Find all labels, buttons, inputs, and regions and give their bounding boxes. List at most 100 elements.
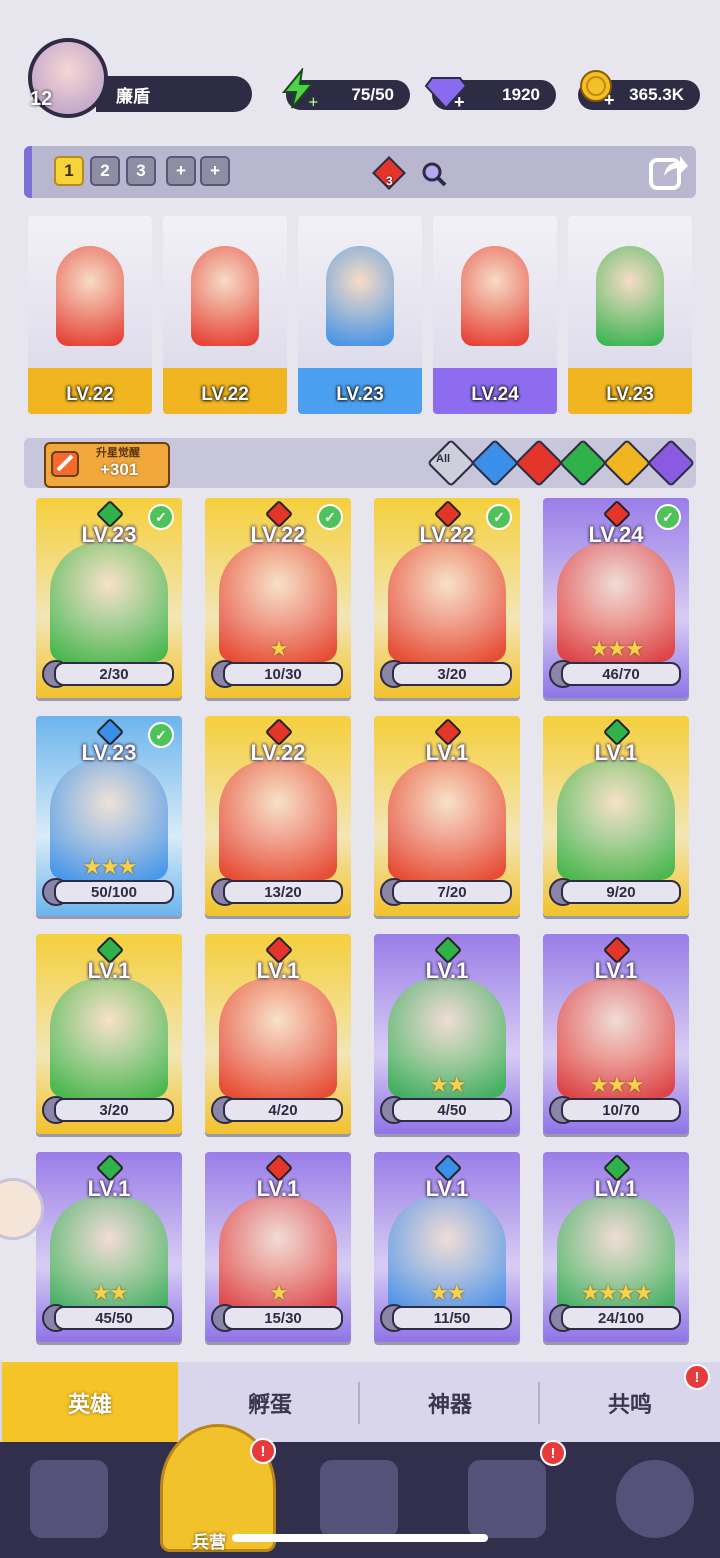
- lineup-slot[interactable]: LV.23: [298, 216, 422, 414]
- hero-stars: ★★★: [589, 636, 644, 661]
- lightning-icon: +: [278, 66, 320, 115]
- hero-card[interactable]: LV.1 7/20: [374, 716, 520, 916]
- hero-level: LV.1: [594, 740, 638, 765]
- star-awaken-label: 升星觉醒: [96, 447, 140, 459]
- tab-divider: [358, 1382, 360, 1424]
- nav-castle-icon[interactable]: [468, 1460, 546, 1538]
- tab-heroes[interactable]: 英雄: [2, 1362, 178, 1444]
- shard-progress: 46/70: [561, 662, 681, 686]
- nav-map-icon[interactable]: [320, 1460, 398, 1538]
- svg-text:+: +: [308, 92, 319, 110]
- nav-barracks-label: 兵营: [192, 1533, 226, 1552]
- filter-all-label: All: [436, 453, 451, 465]
- shard-progress: 45/50: [54, 1306, 174, 1330]
- star-awaken-count: +301: [100, 460, 139, 479]
- lineup-slot[interactable]: LV.24: [433, 216, 557, 414]
- hero-level: LV.1: [425, 740, 469, 765]
- gem-value: 1920: [502, 85, 540, 104]
- hero-portrait: [557, 760, 675, 880]
- hero-portrait: [56, 246, 124, 346]
- hero-card[interactable]: LV.1 ★★★ 10/70: [543, 934, 689, 1134]
- team-tab-bar: [24, 146, 696, 198]
- check-icon: ✓: [148, 722, 174, 748]
- shard-progress: 3/20: [392, 662, 512, 686]
- nav-cards-icon[interactable]: [30, 1460, 108, 1538]
- hero-level: LV.1: [256, 958, 300, 983]
- shard-progress: 3/20: [54, 1098, 174, 1122]
- lineup-level: LV.24: [471, 384, 519, 405]
- hero-portrait: [50, 542, 168, 662]
- shard-progress: 9/20: [561, 880, 681, 904]
- hero-stars: ★★★: [82, 854, 137, 879]
- shard-progress: 24/100: [561, 1306, 681, 1330]
- hero-card[interactable]: LV.1 ★★★★ 24/100: [543, 1152, 689, 1342]
- hero-stars: ★: [269, 1280, 289, 1305]
- hero-stars: ★★★: [589, 1072, 644, 1097]
- hero-stars: ★★★★: [580, 1280, 654, 1305]
- team-tab-add-1[interactable]: +: [166, 156, 196, 186]
- home-indicator: [232, 1534, 488, 1542]
- hero-card[interactable]: LV.1 3/20: [36, 934, 182, 1134]
- hero-card[interactable]: LV.22 3/20 ✓: [374, 498, 520, 698]
- team-tab-2[interactable]: 2: [90, 156, 120, 186]
- hero-level: LV.1: [425, 1176, 469, 1201]
- hero-card[interactable]: LV.24 ★★★ 46/70 ✓: [543, 498, 689, 698]
- lineup-slot[interactable]: LV.22: [28, 216, 152, 414]
- hero-stars: ★★: [91, 1280, 128, 1305]
- hero-level: LV.22: [250, 740, 306, 765]
- check-icon: ✓: [486, 504, 512, 530]
- tab-divider: [538, 1382, 540, 1424]
- lineup-slot[interactable]: LV.23: [568, 216, 692, 414]
- sword-icon: [50, 450, 80, 483]
- shard-progress: 50/100: [54, 880, 174, 904]
- shard-progress: 10/70: [561, 1098, 681, 1122]
- hero-card[interactable]: LV.1 ★★ 4/50: [374, 934, 520, 1134]
- lineup-level: LV.23: [606, 384, 654, 405]
- shard-progress: 2/30: [54, 662, 174, 686]
- svg-text:+: +: [604, 90, 615, 108]
- gold-value: 365.3K: [629, 85, 684, 104]
- lineup-level: LV.22: [66, 384, 114, 405]
- magnifier-icon[interactable]: [420, 160, 448, 193]
- hero-portrait: [50, 978, 168, 1098]
- shard-progress: 7/20: [392, 880, 512, 904]
- check-icon: ✓: [655, 504, 681, 530]
- lineup-level: LV.23: [336, 384, 384, 405]
- hero-card[interactable]: LV.1 4/20: [205, 934, 351, 1134]
- hero-level: LV.1: [594, 1176, 638, 1201]
- hero-card[interactable]: LV.22 ★ 10/30 ✓: [205, 498, 351, 698]
- hero-card[interactable]: LV.23 ★★★ 50/100 ✓: [36, 716, 182, 916]
- hero-portrait: [596, 246, 664, 346]
- hero-level: LV.1: [425, 958, 469, 983]
- hero-portrait: [388, 760, 506, 880]
- hero-portrait: [219, 978, 337, 1098]
- player-name: 廉盾: [116, 87, 150, 106]
- team-tab-3[interactable]: 3: [126, 156, 156, 186]
- hero-card[interactable]: LV.1 ★ 15/30: [205, 1152, 351, 1342]
- team-tab-1[interactable]: 1: [54, 156, 84, 186]
- hero-card[interactable]: LV.1 ★★ 11/50: [374, 1152, 520, 1342]
- resonance-alert-badge: !: [684, 1364, 710, 1390]
- hero-card[interactable]: LV.1 9/20: [543, 716, 689, 916]
- shard-progress: 13/20: [223, 880, 343, 904]
- diamond-icon: +: [424, 70, 468, 115]
- hero-portrait: [191, 246, 259, 346]
- hero-card[interactable]: LV.23 2/30 ✓: [36, 498, 182, 698]
- share-icon[interactable]: [648, 150, 690, 197]
- castle-alert-badge: !: [540, 1440, 566, 1466]
- hero-stars: ★★: [429, 1072, 466, 1097]
- hero-stars: ★★: [429, 1280, 466, 1305]
- check-icon: ✓: [148, 504, 174, 530]
- hero-card[interactable]: LV.22 13/20: [205, 716, 351, 916]
- nav-mushroom-icon[interactable]: [616, 1460, 694, 1538]
- svg-text:+: +: [454, 92, 465, 110]
- hero-card[interactable]: LV.1 ★★ 45/50: [36, 1152, 182, 1342]
- player-level: 12: [30, 88, 53, 110]
- hero-portrait: [326, 246, 394, 346]
- lineup-slot[interactable]: LV.22: [163, 216, 287, 414]
- barracks-alert-badge: !: [250, 1438, 276, 1464]
- hero-level: LV.1: [594, 958, 638, 983]
- team-tab-add-2[interactable]: +: [200, 156, 230, 186]
- coin-icon: +: [578, 68, 618, 113]
- tab-artifact[interactable]: 神器: [362, 1362, 538, 1444]
